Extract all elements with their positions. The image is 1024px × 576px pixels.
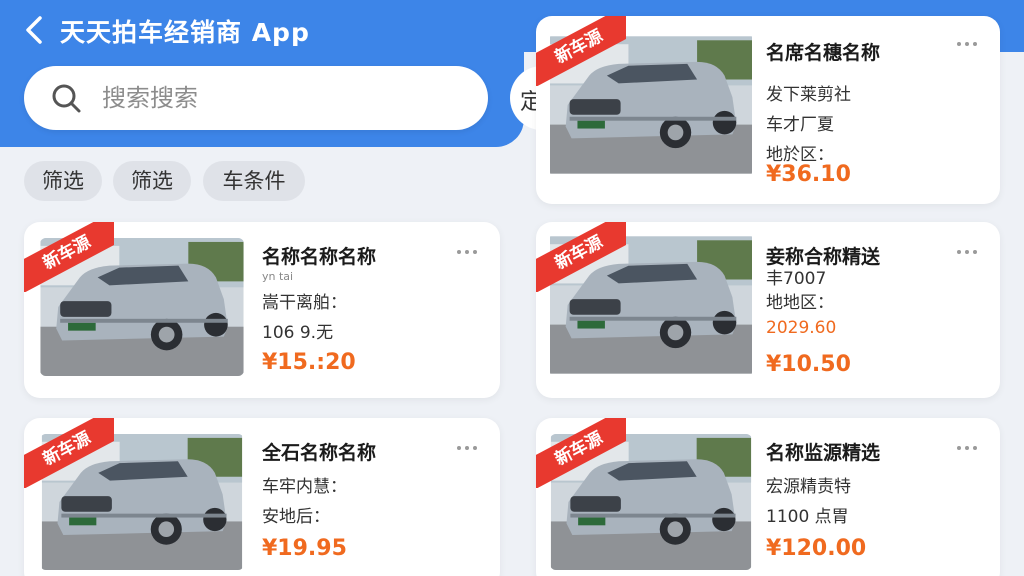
listing-detail: 宏源精责特 bbox=[766, 477, 851, 497]
listing-detail: yn tai bbox=[262, 270, 294, 283]
more-options-icon[interactable] bbox=[956, 444, 978, 452]
search-input[interactable] bbox=[102, 78, 462, 118]
listing-price: ¥36.10 bbox=[766, 162, 851, 187]
filter-chip[interactable]: 筛选 bbox=[113, 161, 191, 201]
listing-detail: 发下莱剪社 bbox=[766, 85, 851, 105]
back-button[interactable] bbox=[20, 12, 50, 48]
more-options-icon[interactable] bbox=[456, 444, 478, 452]
listing-detail: 1100 点胃 bbox=[766, 507, 849, 527]
more-options-icon[interactable] bbox=[956, 248, 978, 256]
app-title: 天天拍车经销商 App bbox=[60, 18, 310, 47]
chevron-left-icon bbox=[26, 16, 42, 44]
listing-title: 名称名称名称 bbox=[262, 246, 377, 268]
new-source-badge: 新车源 bbox=[24, 418, 114, 488]
car-listing-card[interactable]: 新车源 妾称合称精送 丰7007 地地区： 2029.60 ¥10.50 bbox=[536, 222, 1000, 398]
car-listing-card[interactable]: 新车源 名席名穗名称 发下莱剪社 车才厂夏 地於区： ¥36.10 bbox=[536, 16, 1000, 204]
listing-detail: 106 9.无 bbox=[262, 323, 334, 343]
listing-price: ¥19.95 bbox=[262, 536, 347, 561]
more-options-icon[interactable] bbox=[456, 248, 478, 256]
listing-title: 名称监源精选 bbox=[766, 442, 881, 464]
more-options-icon[interactable] bbox=[956, 42, 978, 50]
search-icon bbox=[52, 84, 81, 113]
listing-detail: 车才厂夏 bbox=[766, 115, 834, 135]
listing-location: 地地区： bbox=[766, 293, 834, 313]
listing-price: ¥120.00 bbox=[766, 536, 867, 561]
listing-price: ¥15.:20 bbox=[262, 350, 356, 375]
listing-detail: 嵩干离舶： bbox=[262, 293, 347, 313]
car-listing-card[interactable]: 新车源 名称名称名称 yn tai 嵩干离舶： 106 9.无 ¥15.:20 bbox=[24, 222, 500, 398]
listing-detail: 2029.60 bbox=[766, 318, 837, 338]
listing-location: 安地后： bbox=[262, 507, 330, 527]
new-source-badge: 新车源 bbox=[536, 418, 626, 488]
app-header: 天天拍车经销商 App bbox=[0, 0, 524, 147]
new-source-badge: 新车源 bbox=[24, 222, 114, 292]
listing-title: 名席名穗名称 bbox=[766, 42, 881, 64]
car-listing-card[interactable]: 新车源 全石名称名称 车牢内慧： 安地后： ¥19.95 bbox=[24, 418, 500, 576]
search-bar[interactable] bbox=[24, 66, 488, 130]
listing-detail: 丰7007 bbox=[766, 269, 827, 289]
listing-price: ¥10.50 bbox=[766, 352, 851, 377]
filter-chip[interactable]: 筛选 bbox=[24, 161, 102, 201]
filter-chip-conditions[interactable]: 车条件 bbox=[203, 161, 305, 201]
car-listing-card[interactable]: 新车源 名称监源精选 宏源精责特 1100 点胃 ¥120.00 bbox=[536, 418, 1000, 576]
listing-detail: 车牢内慧： bbox=[262, 477, 347, 497]
listing-title: 全石名称名称 bbox=[262, 442, 377, 464]
new-source-badge: 新车源 bbox=[536, 16, 626, 86]
new-source-badge: 新车源 bbox=[536, 222, 626, 292]
